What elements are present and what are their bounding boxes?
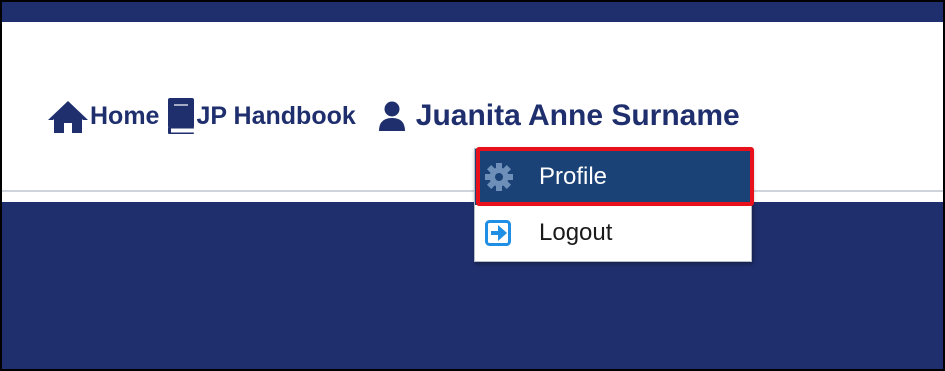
top-strip xyxy=(2,2,943,22)
home-icon xyxy=(48,99,88,133)
nav-handbook-link[interactable]: JP Handbook xyxy=(168,98,356,134)
menu-item-profile[interactable]: Profile xyxy=(475,149,751,205)
nav-handbook-label: JP Handbook xyxy=(196,102,356,130)
user-name: Juanita Anne Surname xyxy=(415,99,740,132)
book-icon xyxy=(168,98,195,134)
user-menu-toggle[interactable]: Juanita Anne Surname xyxy=(378,99,740,133)
menu-item-profile-label: Profile xyxy=(539,163,608,190)
user-dropdown-menu: Profile Logout xyxy=(474,148,752,262)
app-window: Home JP Handbook Juanita Anne Surname Pr… xyxy=(0,0,945,371)
gear-icon xyxy=(485,163,513,191)
menu-item-logout-label: Logout xyxy=(539,219,613,246)
top-navbar: Home JP Handbook Juanita Anne Surname xyxy=(2,22,943,192)
nav-home-link[interactable]: Home xyxy=(48,99,159,133)
nav-menu: Home JP Handbook Juanita Anne Surname xyxy=(48,98,740,134)
logout-icon xyxy=(485,220,511,246)
user-icon xyxy=(378,101,406,131)
nav-home-label: Home xyxy=(90,102,160,130)
main-content-area xyxy=(2,202,943,369)
menu-item-logout[interactable]: Logout xyxy=(475,205,751,261)
